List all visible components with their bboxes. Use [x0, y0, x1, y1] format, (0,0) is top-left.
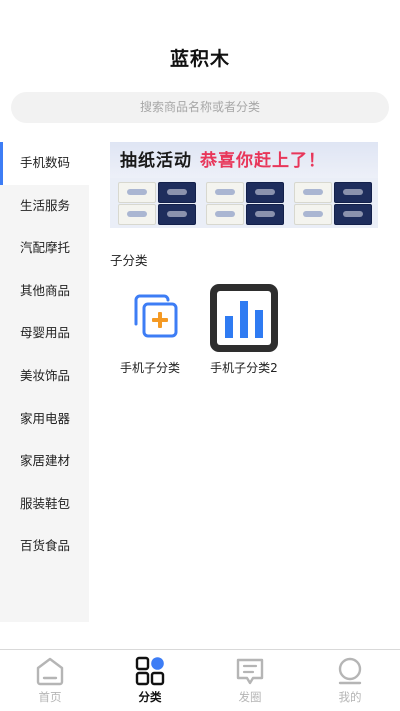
banner-text-right: 恭喜你赶上了！ — [200, 151, 326, 171]
banner-product-image — [118, 180, 378, 226]
sidebar-item-phones-digital[interactable]: 手机数码 — [0, 142, 89, 185]
page-title: 蓝积木 — [169, 48, 230, 70]
tab-label: 我的 — [338, 690, 362, 704]
subcategory-heading: 子分类 — [110, 253, 148, 268]
tissue-pack — [206, 204, 244, 225]
tissue-pack — [246, 182, 284, 203]
sidebar-item-appliances[interactable]: 家用电器 — [0, 398, 89, 441]
profile-icon — [335, 656, 365, 686]
add-copy-icon — [114, 282, 186, 354]
sidebar-item-home-building[interactable]: 家居建材 — [0, 440, 89, 483]
banner-headline: 抽纸活动 恭喜你赶上了！ — [120, 146, 326, 171]
tissue-pack — [158, 182, 196, 203]
tab-label: 发圈 — [238, 690, 262, 704]
tissue-pack — [246, 204, 284, 225]
tissue-pack — [158, 204, 196, 225]
message-icon — [235, 656, 265, 686]
tissue-pack — [294, 182, 332, 203]
sidebar-item-auto-moto[interactable]: 汽配摩托 — [0, 227, 89, 270]
category-sidebar: 手机数码 生活服务 汽配摩托 其他商品 母婴用品 美妆饰品 家用电器 家居建材 … — [0, 142, 89, 622]
search-bar[interactable]: 搜索商品名称或者分类 — [11, 92, 389, 123]
subcategory-label: 手机子分类 — [119, 361, 180, 375]
home-icon — [35, 656, 65, 686]
subcategory-item-phone-2[interactable]: 手机子分类2 — [199, 282, 289, 376]
tab-category[interactable]: 分类 — [100, 656, 200, 710]
sidebar-item-baby[interactable]: 母婴用品 — [0, 312, 89, 355]
tissue-pack — [206, 182, 244, 203]
sidebar-item-other-goods[interactable]: 其他商品 — [0, 270, 89, 313]
sidebar-item-apparel[interactable]: 服装鞋包 — [0, 483, 89, 526]
tissue-pack — [118, 204, 156, 225]
tab-profile[interactable]: 我的 — [300, 656, 400, 710]
banner-text-left: 抽纸活动 — [120, 151, 192, 171]
tab-moments[interactable]: 发圈 — [200, 656, 300, 710]
promo-banner[interactable]: 抽纸活动 恭喜你赶上了！ — [110, 142, 378, 228]
category-icon — [135, 656, 165, 686]
sidebar-item-life-services[interactable]: 生活服务 — [0, 185, 89, 228]
tissue-pack — [334, 204, 372, 225]
sidebar-item-grocery[interactable]: 百货食品 — [0, 525, 89, 568]
search-placeholder: 搜索商品名称或者分类 — [139, 100, 260, 114]
bar-chart-icon — [208, 282, 280, 354]
tab-home[interactable]: 首页 — [0, 656, 100, 710]
tissue-pack — [334, 182, 372, 203]
tissue-pack — [118, 182, 156, 203]
subcategory-item-phone[interactable]: 手机子分类 — [105, 282, 195, 376]
bottom-tab-bar: 首页 分类 发圈 我的 — [0, 649, 400, 711]
top-bar: 蓝积木 — [0, 0, 400, 90]
subcategory-label: 手机子分类2 — [210, 361, 278, 375]
tab-label: 首页 — [38, 690, 62, 704]
sidebar-item-beauty[interactable]: 美妆饰品 — [0, 355, 89, 398]
tab-label: 分类 — [138, 690, 162, 704]
tissue-pack — [294, 204, 332, 225]
